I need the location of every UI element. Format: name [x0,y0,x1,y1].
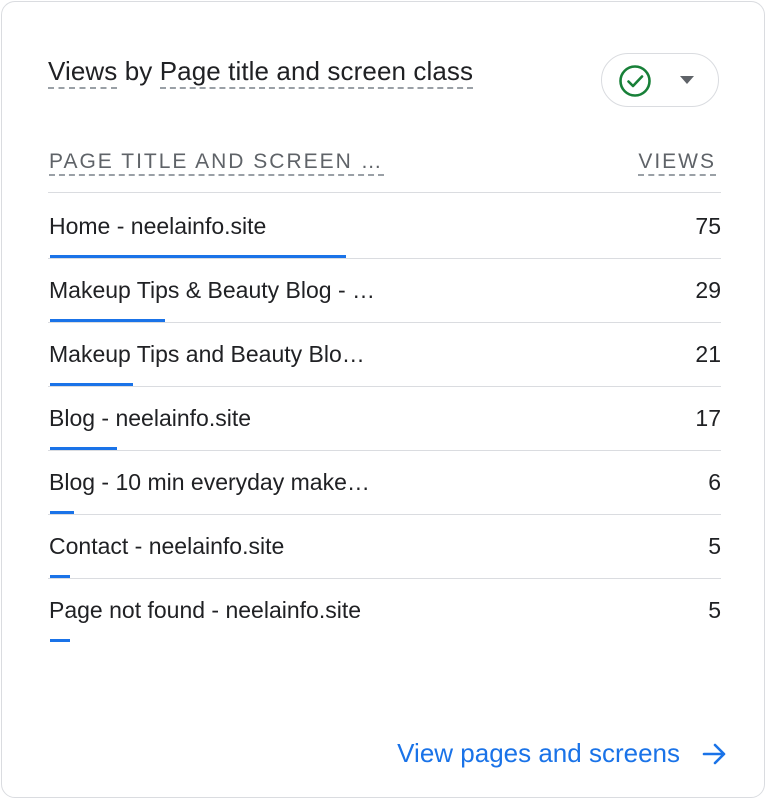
row-share-bar [50,511,74,514]
title-connector: by [117,56,160,86]
row-page-title: Makeup Tips and Beauty Blo… [49,341,365,367]
table-row[interactable]: Contact - neelainfo.site 5 [48,515,721,579]
row-views-value: 17 [695,405,721,431]
row-views-value: 29 [695,277,721,303]
row-views-value: 6 [708,469,721,495]
row-page-title: Blog - 10 min everyday make… [49,469,370,495]
row-views-value: 75 [695,213,721,239]
row-page-title: Home - neelainfo.site [49,213,267,239]
caret-down-icon [680,76,694,84]
row-share-bar [50,319,165,322]
header-divider [48,192,721,193]
table-row[interactable]: Makeup Tips & Beauty Blog - … 29 [48,259,721,323]
column-header-views[interactable]: VIEWS [638,150,716,176]
card-title: Views by Page title and screen class [48,56,474,89]
row-page-title: Blog - neelainfo.site [49,405,252,431]
row-share-bar [50,255,346,258]
views-by-page-card: Views by Page title and screen class PAG… [1,1,765,798]
row-page-title: Makeup Tips & Beauty Blog - … [49,277,375,303]
table-row[interactable]: Page not found - neelainfo.site 5 [48,579,721,643]
view-pages-and-screens-label: View pages and screens [397,738,680,768]
table-body: Home - neelainfo.site 75 Makeup Tips & Bea… [48,195,721,643]
table-row[interactable]: Blog - 10 min everyday make… 6 [48,451,721,515]
row-views-value: 21 [695,341,721,367]
row-views-value: 5 [708,533,721,559]
check-circle-icon [619,65,651,97]
row-views-value: 5 [708,597,721,623]
column-header-views-label: VIEWS [638,150,716,176]
row-share-bar [50,447,117,450]
table-row[interactable]: Blog - neelainfo.site 17 [48,387,721,451]
dimension-name[interactable]: Page title and screen class [159,56,474,89]
row-share-bar [50,575,70,578]
table-row[interactable]: Home - neelainfo.site 75 [48,195,721,259]
column-header-dimension[interactable]: PAGE TITLE AND SCREEN … [49,150,384,176]
row-share-bar [50,639,70,642]
metric-name[interactable]: Views [48,56,118,89]
row-page-title: Page not found - neelainfo.site [49,597,362,623]
view-pages-and-screens-link[interactable]: View pages and screens [397,738,728,769]
row-page-title: Contact - neelainfo.site [49,533,285,559]
comparison-selector-button[interactable] [601,53,719,107]
table-row[interactable]: Makeup Tips and Beauty Blo… 21 [48,323,721,387]
column-header-dimension-label: PAGE TITLE AND SCREEN … [49,150,384,176]
row-share-bar [50,383,133,386]
arrow-right-icon [702,743,726,764]
